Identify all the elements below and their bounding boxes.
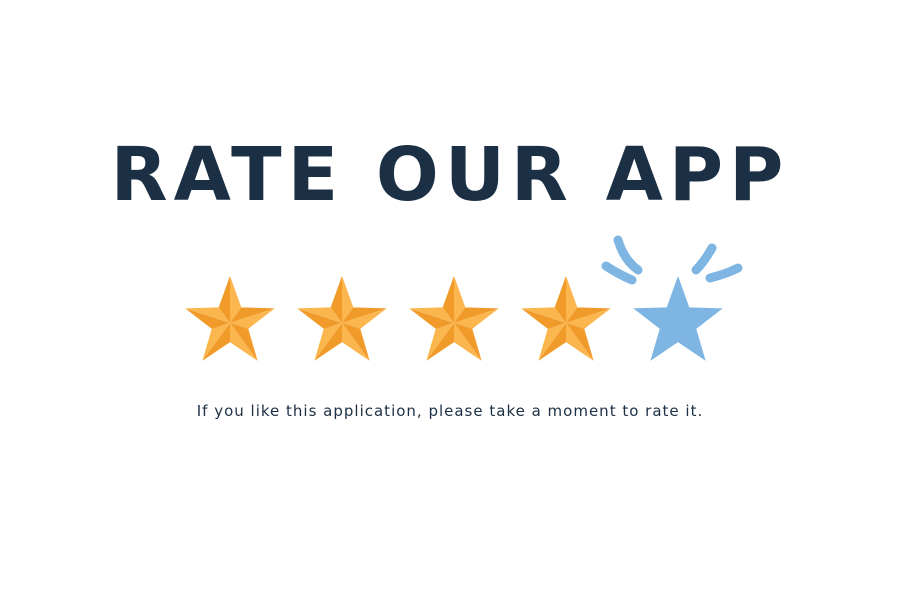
star-1-button[interactable] <box>182 272 278 368</box>
page-title: RATE OUR APP <box>110 132 790 218</box>
star-3-button[interactable] <box>406 272 502 368</box>
star-icon <box>409 275 499 361</box>
star-icon <box>633 275 723 361</box>
rate-app-card: RATE OUR APP If you like this applicatio… <box>0 0 900 600</box>
star-5-button[interactable] <box>630 272 726 368</box>
star-rating <box>0 230 900 380</box>
rate-message: If you like this application, please tak… <box>196 402 704 420</box>
star-icon <box>185 275 275 361</box>
star-icon <box>297 275 387 361</box>
star-4-button[interactable] <box>518 272 614 368</box>
star-2-button[interactable] <box>294 272 390 368</box>
star-icon <box>521 275 611 361</box>
